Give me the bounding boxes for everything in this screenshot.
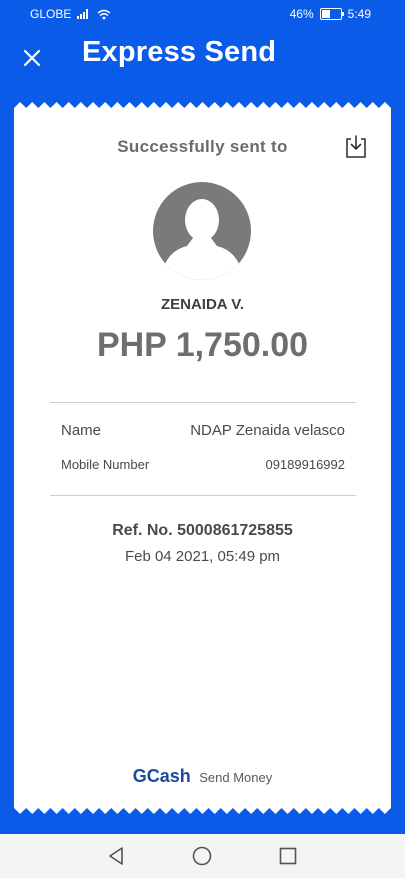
app-header: Express Send [0,30,405,82]
gcash-logo: GCash [132,766,191,786]
name-label: Name [61,422,102,439]
back-icon [109,847,123,865]
recipient-name: ZENAIDA V. [160,296,245,313]
avatar-icon [153,182,251,280]
recent-apps-button[interactable] [277,845,299,867]
success-heading: Successfully sent to [117,137,288,156]
status-right: 46% 5:49 [290,7,371,21]
amount-sent: PHP 1,750.00 [96,326,309,364]
receipt-card: Successfully sent to ZENAIDA V. PHP 1,75… [14,102,391,814]
page-title: Express Send [82,36,277,68]
system-nav-bar [0,834,405,878]
close-button[interactable] [18,44,46,72]
battery-icon [319,8,344,20]
carrier-label: GLOBE [30,7,72,21]
recent-apps-icon [279,847,297,865]
status-bar: GLOBE 46% 5:49 [0,0,405,28]
home-button[interactable] [191,845,213,867]
home-icon [192,846,212,866]
battery-level [321,10,330,18]
battery-percent: 46% [289,7,314,21]
mobile-label: Mobile Number [61,457,150,472]
back-button[interactable] [105,845,127,867]
divider-top [50,402,356,403]
signal-icon [77,9,89,19]
status-left: GLOBE [30,7,111,21]
divider-bottom [50,495,356,496]
clock: 5:49 [347,7,371,21]
wifi-icon [97,9,111,19]
brand-footer: GCash Send Money [14,766,391,787]
name-value: NDAP Zenaida velasco [190,422,345,439]
avatar [153,182,251,280]
transaction-date: Feb 04 2021, 05:49 pm [124,548,281,565]
reference-number: Ref. No. 5000861725855 [112,522,293,539]
close-icon [23,49,41,67]
brand-caption: Send Money [199,770,273,785]
mobile-value: 09189916992 [265,457,345,472]
